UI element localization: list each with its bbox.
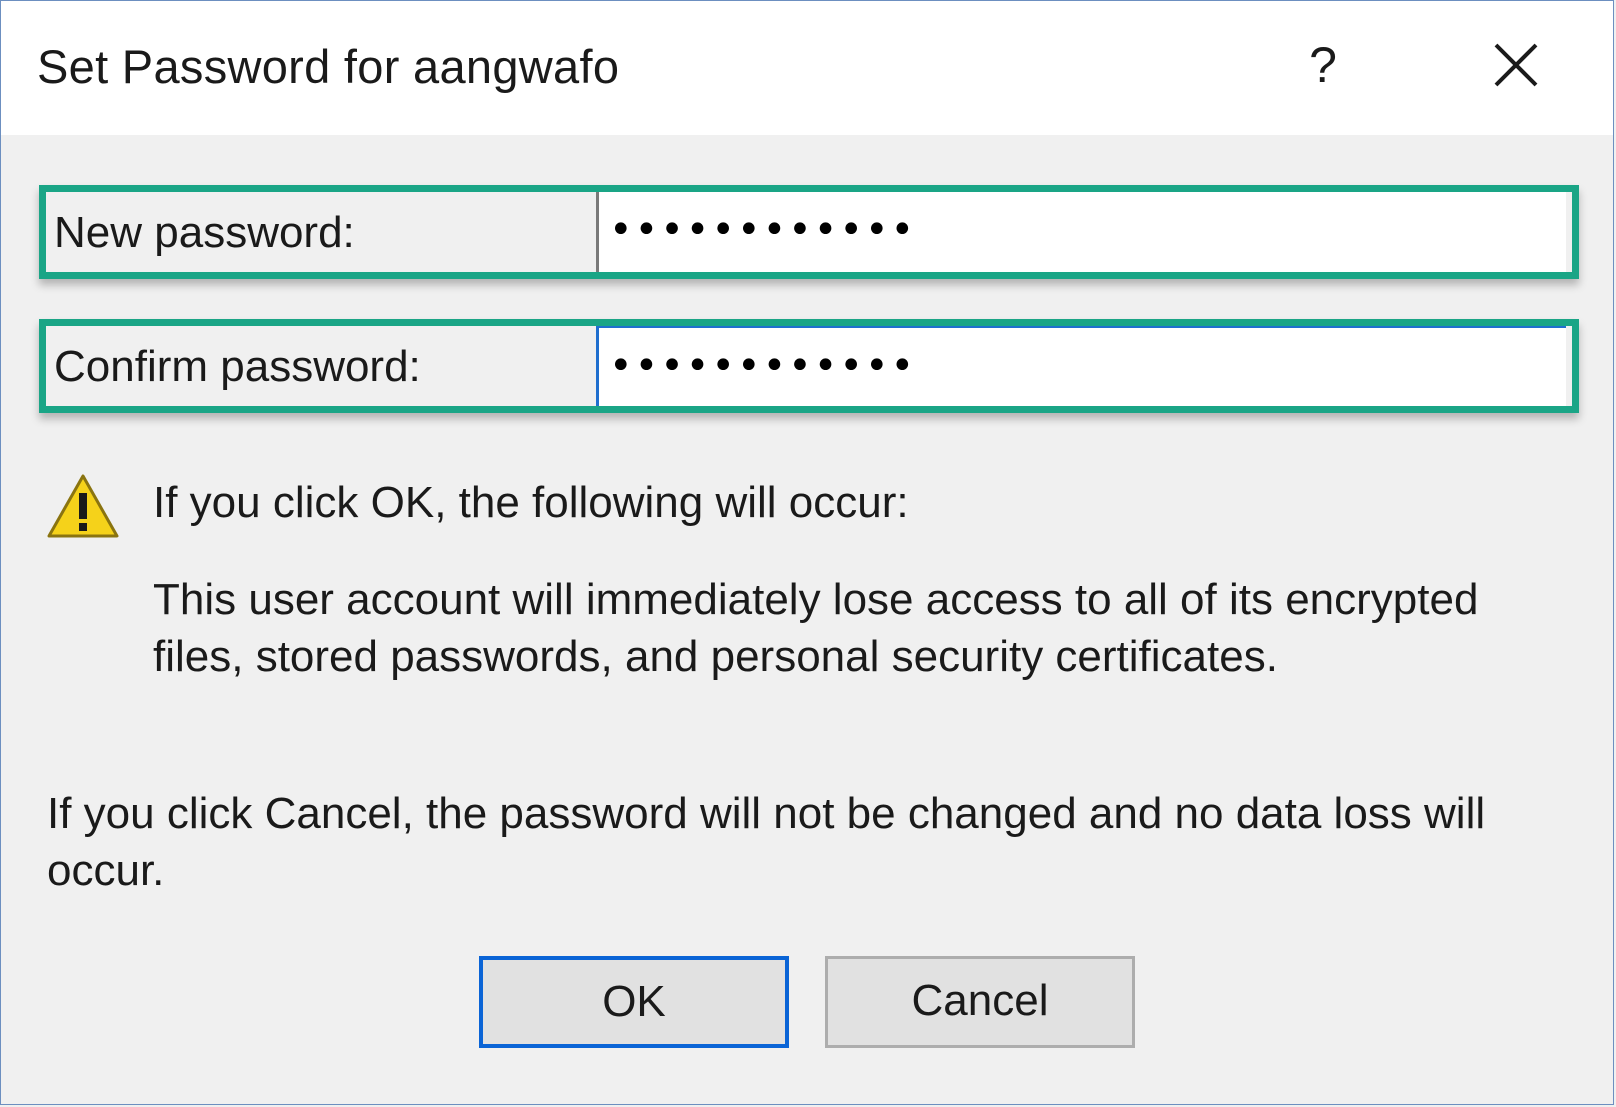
new-password-input[interactable]: •••••••••••• [596, 192, 1566, 272]
cancel-note: If you click Cancel, the password will n… [47, 789, 1486, 895]
confirm-password-row: Confirm password: •••••••••••• [39, 319, 1579, 413]
dialog-title: Set Password for aangwafo [37, 40, 620, 93]
warning-heading: If you click OK, the following will occu… [153, 478, 909, 527]
title-bar: Set Password for aangwafo ? [1, 1, 1613, 135]
close-icon [1494, 43, 1538, 87]
set-password-dialog: Set Password for aangwafo ? New password… [0, 0, 1614, 1105]
confirm-password-input[interactable]: •••••••••••• [596, 326, 1566, 406]
new-password-row: New password: •••••••••••• [39, 185, 1579, 279]
warning-icon [47, 474, 119, 538]
warning-body: This user account will immediately lose … [153, 575, 1479, 681]
ok-button[interactable]: OK [479, 956, 789, 1048]
confirm-password-label: Confirm password: [54, 342, 421, 391]
cancel-button[interactable]: Cancel [825, 956, 1135, 1048]
close-button[interactable] [1471, 25, 1561, 105]
help-button[interactable]: ? [1283, 25, 1363, 105]
new-password-label: New password: [54, 208, 355, 257]
help-icon: ? [1309, 37, 1337, 93]
